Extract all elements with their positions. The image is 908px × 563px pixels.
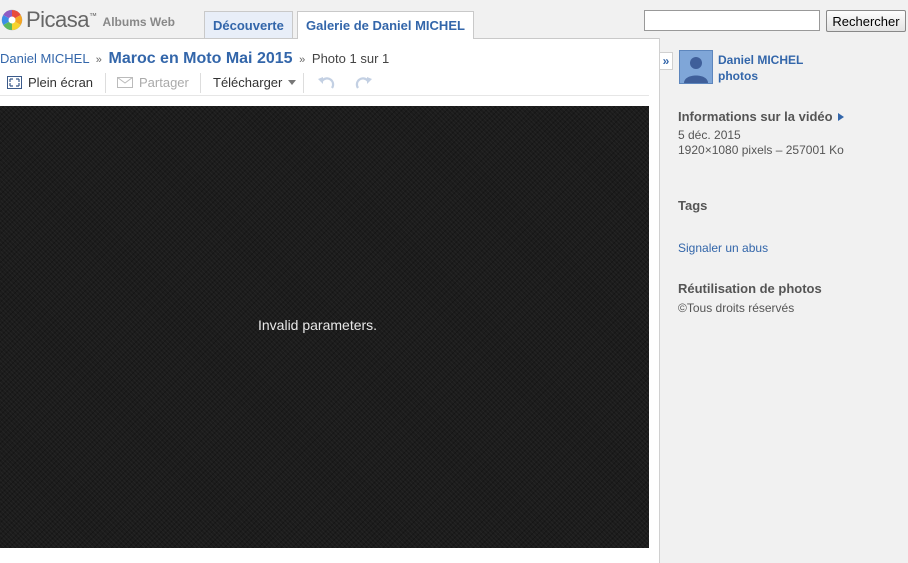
share-button[interactable]: Partager bbox=[117, 75, 189, 90]
toolbar-divider bbox=[200, 73, 201, 93]
copyright-icon: © bbox=[678, 301, 687, 315]
share-label: Partager bbox=[139, 75, 189, 90]
brand-subtitle: Albums Web bbox=[102, 15, 175, 29]
breadcrumb-owner-link[interactable]: Daniel MICHEL bbox=[0, 51, 89, 66]
triangle-right-icon bbox=[837, 112, 844, 121]
breadcrumb-album-link[interactable]: Maroc en Moto Mai 2015 bbox=[108, 50, 292, 67]
tab-discovery[interactable]: Découverte bbox=[204, 11, 293, 38]
breadcrumb-separator: » bbox=[299, 54, 306, 66]
rotate-right-icon bbox=[355, 77, 372, 89]
tags-heading: Tags bbox=[678, 198, 708, 213]
toolbar-divider bbox=[303, 73, 304, 93]
owner-photos-link[interactable]: photos bbox=[718, 69, 758, 83]
info-sidebar: » Daniel MICHEL photos Informations sur … bbox=[659, 38, 908, 563]
toolbar-divider bbox=[105, 73, 106, 93]
tab-gallery[interactable]: Galerie de Daniel MICHEL bbox=[297, 11, 474, 39]
breadcrumb-separator: » bbox=[95, 54, 102, 66]
rotate-left-icon bbox=[318, 77, 335, 89]
owner-name-link[interactable]: Daniel MICHEL bbox=[718, 53, 803, 67]
collapse-sidebar-button[interactable]: » bbox=[660, 52, 673, 70]
photo-position: Photo 1 sur 1 bbox=[311, 51, 390, 66]
brand-name: Picasa™ bbox=[26, 7, 97, 32]
error-message: Invalid parameters. bbox=[258, 317, 378, 333]
avatar[interactable] bbox=[679, 50, 713, 84]
fullscreen-icon bbox=[7, 76, 22, 89]
double-chevron-right-icon: » bbox=[662, 54, 670, 68]
fullscreen-button[interactable]: Plein écran bbox=[7, 75, 93, 90]
top-bar: Picasa™ Albums Web Découverte Galerie de… bbox=[0, 0, 908, 39]
copyright-text: Tous droits réservés bbox=[686, 301, 795, 315]
user-silhouette-icon bbox=[684, 57, 708, 83]
video-date: 5 déc. 2015 bbox=[678, 128, 741, 142]
photo-toolbar: Plein écran Partager Télécharger bbox=[0, 73, 649, 96]
search-input[interactable] bbox=[644, 10, 820, 31]
report-abuse-link[interactable]: Signaler un abus bbox=[678, 241, 768, 255]
photo-reuse-heading: Réutilisation de photos bbox=[678, 281, 822, 296]
breadcrumb: Daniel MICHEL » Maroc en Moto Mai 2015 »… bbox=[0, 50, 389, 68]
chevron-down-icon bbox=[288, 80, 297, 85]
video-dimensions: 1920×1080 pixels – 257001 Ko bbox=[678, 143, 844, 157]
rotate-right-button[interactable] bbox=[354, 75, 374, 91]
video-info-heading-label: Informations sur la vidéo bbox=[678, 109, 833, 124]
picasa-logo[interactable]: Picasa™ Albums Web bbox=[1, 7, 175, 33]
download-label: Télécharger bbox=[213, 75, 283, 90]
search-button[interactable]: Rechercher bbox=[826, 10, 906, 32]
rotate-left-button[interactable] bbox=[316, 75, 336, 91]
video-info-heading[interactable]: Informations sur la vidéo bbox=[678, 109, 844, 124]
copyright-notice: ©Tous droits réservés bbox=[678, 301, 794, 315]
download-menu-button[interactable]: Télécharger bbox=[213, 75, 297, 90]
video-viewer[interactable]: Invalid parameters. bbox=[0, 106, 649, 548]
picasa-pinwheel-icon bbox=[1, 9, 23, 31]
envelope-icon bbox=[117, 77, 133, 88]
fullscreen-label: Plein écran bbox=[28, 75, 94, 90]
